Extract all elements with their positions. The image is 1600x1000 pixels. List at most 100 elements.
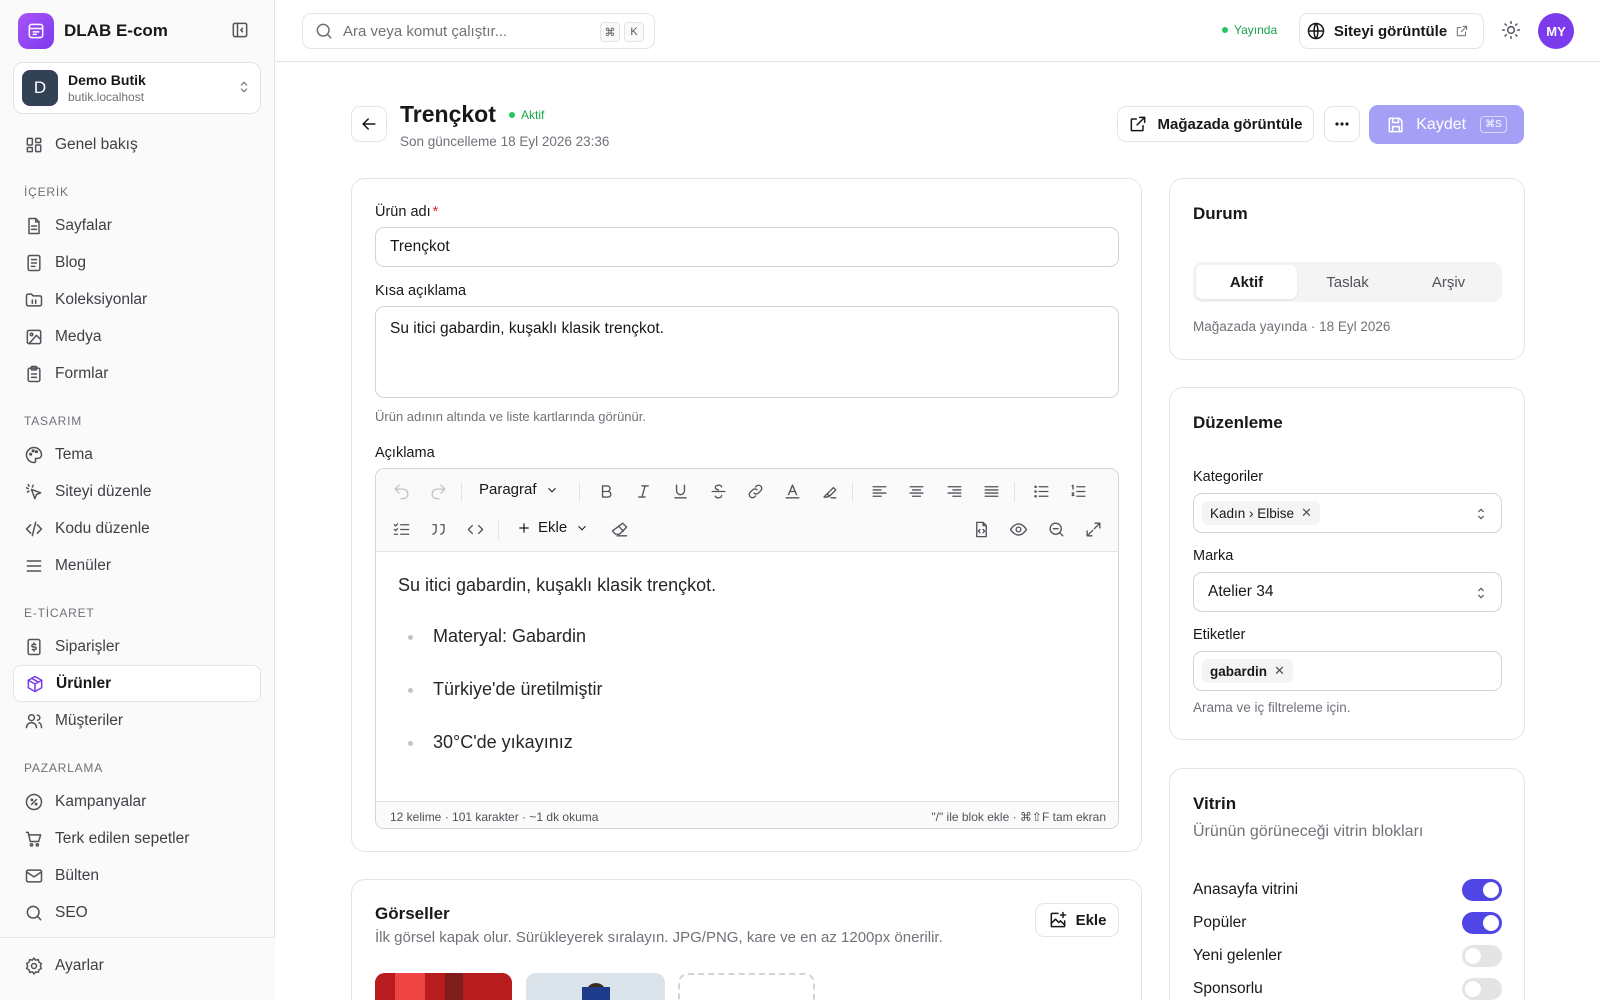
undo-icon[interactable] bbox=[392, 482, 411, 501]
brand-select[interactable]: Atelier 34 bbox=[1193, 572, 1502, 612]
sidebar-section-content: İÇERİK bbox=[24, 185, 69, 199]
sidebar-item-seo[interactable]: SEO bbox=[13, 894, 261, 931]
editor-paragraph[interactable]: Su itici gabardin, kuşaklı klasik trençk… bbox=[398, 575, 716, 596]
insert-menu-button[interactable]: Ekle bbox=[516, 519, 589, 536]
status-option-archive[interactable]: Arşiv bbox=[1398, 265, 1499, 299]
sidebar-item-customers[interactable]: Müşteriler bbox=[13, 702, 261, 739]
align-center-icon[interactable] bbox=[907, 482, 926, 501]
brand[interactable]: DLAB E-com bbox=[18, 13, 168, 49]
sidebar-item-abandoned-carts[interactable]: Terk edilen sepetler bbox=[13, 820, 261, 857]
image-upload-dropzone[interactable] bbox=[678, 973, 815, 1000]
sidebar-item-label: Menüler bbox=[55, 556, 111, 574]
align-justify-icon[interactable] bbox=[982, 482, 1001, 501]
sidebar: DLAB E-com D Demo Butik butik.localhost … bbox=[0, 0, 275, 1000]
product-image-thumbnail[interactable] bbox=[375, 973, 512, 1000]
receipt-dollar-icon bbox=[24, 637, 44, 657]
new-arrivals-toggle[interactable] bbox=[1462, 945, 1502, 967]
redo-icon[interactable] bbox=[429, 482, 448, 501]
eraser-icon[interactable] bbox=[610, 520, 629, 539]
sidebar-item-media[interactable]: Medya bbox=[13, 318, 261, 355]
more-horizontal-icon bbox=[1332, 114, 1352, 134]
sidebar-item-menus[interactable]: Menüler bbox=[13, 547, 261, 584]
user-avatar[interactable]: MY bbox=[1538, 13, 1574, 49]
bullet-list-icon[interactable] bbox=[1032, 482, 1051, 501]
sponsored-toggle[interactable] bbox=[1462, 978, 1502, 1000]
external-link-icon bbox=[1455, 24, 1469, 38]
product-image-thumbnail[interactable] bbox=[526, 973, 665, 1000]
text-color-icon[interactable] bbox=[783, 482, 802, 501]
align-left-icon[interactable] bbox=[870, 482, 889, 501]
highlighter-icon[interactable] bbox=[820, 482, 839, 501]
status-option-active[interactable]: Aktif bbox=[1196, 265, 1297, 299]
topbar: Ara veya komut çalıştır... ⌘ K Yayında S… bbox=[275, 0, 1600, 62]
sidebar-item-label: Ayarlar bbox=[55, 956, 104, 974]
editor-shortcut-hint: "/" ile blok ekle · ⌘⇧F tam ekran bbox=[931, 810, 1106, 824]
site-status-badge: Yayında bbox=[1222, 23, 1277, 37]
sidebar-collapse-icon[interactable] bbox=[230, 20, 250, 40]
sidebar-item-label: Medya bbox=[55, 327, 102, 345]
sidebar-item-overview[interactable]: Genel bakış bbox=[13, 126, 261, 163]
sidebar-item-products[interactable]: Ürünler bbox=[13, 665, 261, 702]
editor-bullet-list[interactable]: Materyal: Gabardin Türkiye'de üretilmişt… bbox=[408, 626, 602, 785]
search-input[interactable]: Ara veya komut çalıştır... ⌘ K bbox=[302, 13, 655, 49]
more-options-button[interactable] bbox=[1324, 106, 1360, 142]
product-status-text: Aktif bbox=[521, 108, 545, 122]
back-button[interactable] bbox=[351, 106, 387, 142]
import-file-icon[interactable] bbox=[972, 520, 991, 539]
homepage-showcase-toggle[interactable] bbox=[1462, 879, 1502, 901]
kbd-k: K bbox=[624, 22, 644, 42]
image-plus-icon bbox=[1048, 910, 1068, 930]
align-right-icon[interactable] bbox=[945, 482, 964, 501]
save-button[interactable]: Kaydet ⌘S bbox=[1369, 105, 1524, 144]
checklist-icon[interactable] bbox=[392, 520, 411, 539]
underline-icon[interactable] bbox=[671, 482, 690, 501]
remove-chip-icon[interactable]: ✕ bbox=[1274, 663, 1285, 679]
fullscreen-icon[interactable] bbox=[1084, 520, 1103, 539]
quote-icon[interactable] bbox=[429, 520, 448, 539]
sidebar-item-pages[interactable]: Sayfalar bbox=[13, 207, 261, 244]
sidebar-item-edit-code[interactable]: Kodu düzenle bbox=[13, 510, 261, 547]
tags-input[interactable]: gabardin ✕ bbox=[1193, 651, 1502, 691]
sun-icon[interactable] bbox=[1501, 20, 1521, 40]
add-image-button[interactable]: Ekle bbox=[1035, 903, 1119, 937]
sidebar-item-label: Koleksiyonlar bbox=[55, 290, 148, 308]
sidebar-item-label: Tema bbox=[55, 445, 93, 463]
view-site-button[interactable]: Siteyi görüntüle bbox=[1299, 13, 1484, 49]
sidebar-item-label: Sayfalar bbox=[55, 216, 112, 234]
sidebar-item-blog[interactable]: Blog bbox=[13, 244, 261, 281]
italic-icon[interactable] bbox=[634, 482, 653, 501]
status-segmented-control: Aktif Taslak Arşiv bbox=[1193, 262, 1502, 302]
sidebar-item-newsletter[interactable]: Bülten bbox=[13, 857, 261, 894]
product-name-label-text: Ürün adı bbox=[375, 204, 431, 220]
block-type-select[interactable]: Paragraf bbox=[479, 481, 559, 498]
sidebar-item-label: Kampanyalar bbox=[55, 792, 147, 810]
remove-chip-icon[interactable]: ✕ bbox=[1301, 505, 1312, 521]
sidebar-item-edit-site[interactable]: Siteyi düzenle bbox=[13, 473, 261, 510]
product-name-input[interactable]: Trençkot bbox=[375, 227, 1119, 267]
eye-icon[interactable] bbox=[1009, 520, 1028, 539]
zoom-out-icon[interactable] bbox=[1047, 520, 1066, 539]
popular-toggle[interactable] bbox=[1462, 912, 1502, 934]
search-placeholder: Ara veya komut çalıştır... bbox=[343, 22, 508, 40]
menu-icon bbox=[24, 556, 44, 576]
view-in-store-button[interactable]: Mağazada görüntüle bbox=[1117, 106, 1314, 142]
store-name: Demo Butik bbox=[68, 72, 146, 88]
sidebar-item-settings[interactable]: Ayarlar bbox=[13, 947, 262, 984]
numbered-list-icon[interactable] bbox=[1069, 482, 1088, 501]
chevron-up-down-icon bbox=[1473, 585, 1489, 601]
sidebar-item-campaigns[interactable]: Kampanyalar bbox=[13, 783, 261, 820]
product-image-red-coat bbox=[375, 973, 512, 1000]
sidebar-item-theme[interactable]: Tema bbox=[13, 436, 261, 473]
link-icon[interactable] bbox=[746, 482, 765, 501]
status-option-draft[interactable]: Taslak bbox=[1297, 265, 1398, 299]
bold-icon[interactable] bbox=[597, 482, 616, 501]
sidebar-item-collections[interactable]: Koleksiyonlar bbox=[13, 281, 261, 318]
store-switcher[interactable]: D Demo Butik butik.localhost bbox=[13, 62, 261, 114]
short-description-textarea[interactable]: Su itici gabardin, kuşaklı klasik trençk… bbox=[375, 306, 1119, 398]
product-image-model bbox=[526, 973, 665, 1000]
code-icon[interactable] bbox=[466, 520, 485, 539]
sidebar-item-orders[interactable]: Siparişler bbox=[13, 628, 261, 665]
strikethrough-icon[interactable] bbox=[709, 482, 728, 501]
sidebar-item-forms[interactable]: Formlar bbox=[13, 355, 261, 392]
categories-select[interactable]: Kadın › Elbise ✕ bbox=[1193, 493, 1502, 533]
